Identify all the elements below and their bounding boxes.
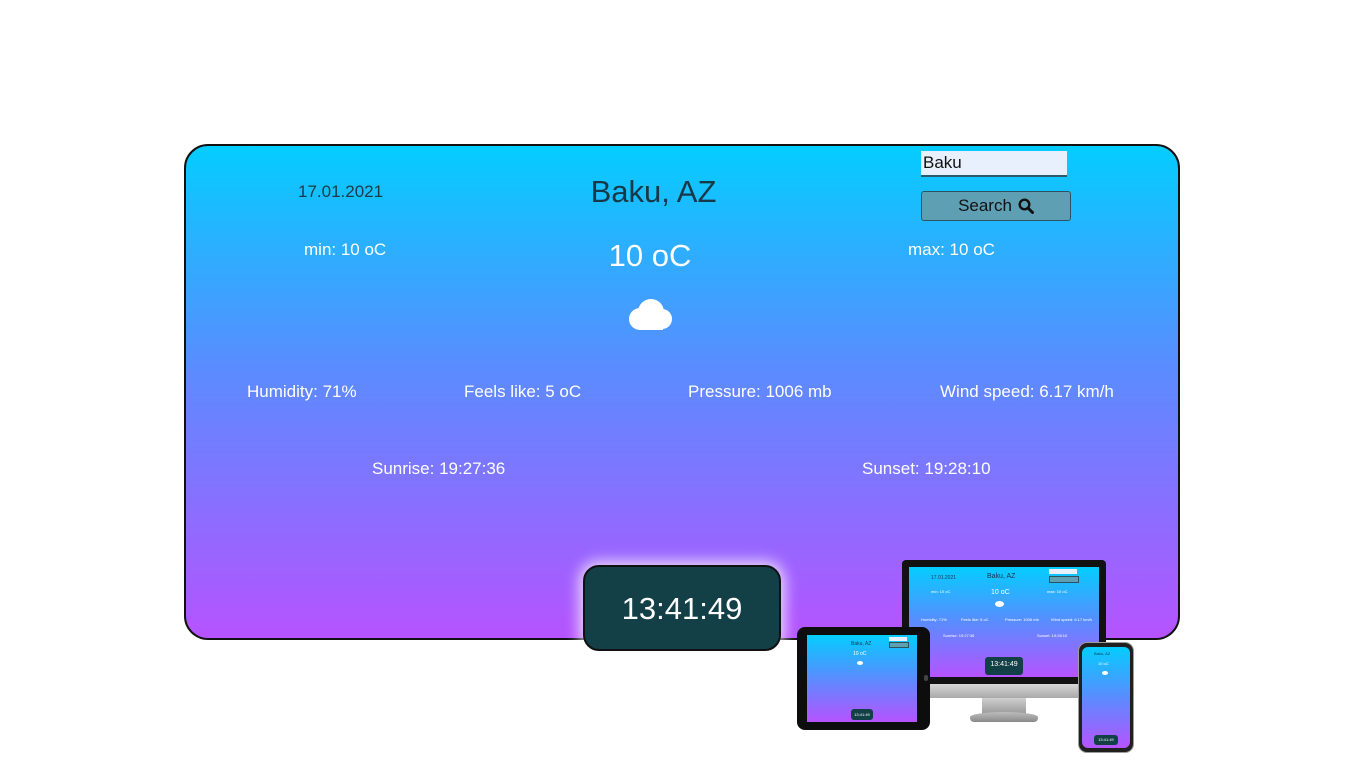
sunset-value: Sunset: 19:28:10: [862, 459, 991, 478]
phone-temp: 10 oC: [1098, 661, 1109, 666]
mini-feels: Feels like: 5 oC: [961, 617, 989, 622]
phone-cloud-icon: [1102, 671, 1108, 675]
mini-max: max: 10 oC: [1047, 589, 1068, 594]
search-button-label: Search: [958, 196, 1012, 215]
max-temp: max: 10 oC: [908, 240, 995, 259]
mini-search-button: [1049, 576, 1079, 583]
wind-speed-value: Wind speed: 6.17 km/h: [940, 382, 1114, 401]
cloud-icon: [629, 299, 672, 330]
mini-temp: 10 oC: [991, 589, 1010, 596]
tablet-cloud-icon: [857, 661, 863, 665]
monitor-screen: 17.01.2021 Baku, AZ min: 10 oC 10 oC max…: [909, 567, 1099, 677]
phone-mockup: Baku, AZ 10 oC 13:41:49: [1078, 642, 1134, 753]
mini-clock: 13:41:49: [985, 657, 1023, 675]
monitor-mockup: 17.01.2021 Baku, AZ min: 10 oC 10 oC max…: [902, 560, 1106, 684]
mini-search-input: [1049, 569, 1077, 574]
digital-clock: 13:41:49: [583, 565, 781, 651]
search-input[interactable]: [921, 151, 1067, 177]
mini-wind: Wind speed: 6.17 km/h: [1051, 617, 1092, 622]
search-button[interactable]: Search: [921, 191, 1071, 221]
mini-date: 17.01.2021: [931, 575, 957, 581]
phone-clock: 13:41:49: [1094, 735, 1118, 745]
tablet-search-button: [889, 642, 909, 648]
pressure-value: Pressure: 1006 mb: [688, 382, 832, 401]
clock-time: 13:41:49: [621, 591, 743, 626]
tablet-search-input: [889, 637, 907, 641]
search-icon: [1018, 198, 1034, 214]
mini-city: Baku, AZ: [987, 573, 1016, 580]
mini-cloud-icon: [995, 601, 1004, 607]
sunrise-value: Sunrise: 19:27:36: [372, 459, 506, 478]
tablet-mockup: Baku, AZ 10 oC 13:41:49: [797, 627, 930, 730]
tablet-clock: 13:41:49: [851, 709, 873, 720]
phone-city: Baku, AZ: [1094, 651, 1111, 656]
mini-min: min: 10 oC: [931, 589, 951, 594]
tablet-home-button: [924, 675, 928, 681]
monitor-base: [970, 712, 1038, 722]
mini-sunset: Sunset: 19:28:10: [1037, 633, 1068, 638]
feels-like-value: Feels like: 5 oC: [464, 382, 582, 401]
mini-humidity: Humidity: 71%: [921, 617, 947, 622]
phone-screen: Baku, AZ 10 oC 13:41:49: [1082, 647, 1130, 748]
tablet-screen: Baku, AZ 10 oC 13:41:49: [807, 635, 917, 722]
tablet-city: Baku, AZ: [851, 641, 872, 647]
monitor-chin: [902, 684, 1106, 698]
mini-pressure: Pressure: 1006 mb: [1005, 617, 1039, 622]
mini-sunrise: Sunrise: 19:27:36: [943, 633, 975, 638]
tablet-temp: 10 oC: [853, 651, 867, 657]
humidity-value: Humidity: 71%: [247, 382, 357, 401]
